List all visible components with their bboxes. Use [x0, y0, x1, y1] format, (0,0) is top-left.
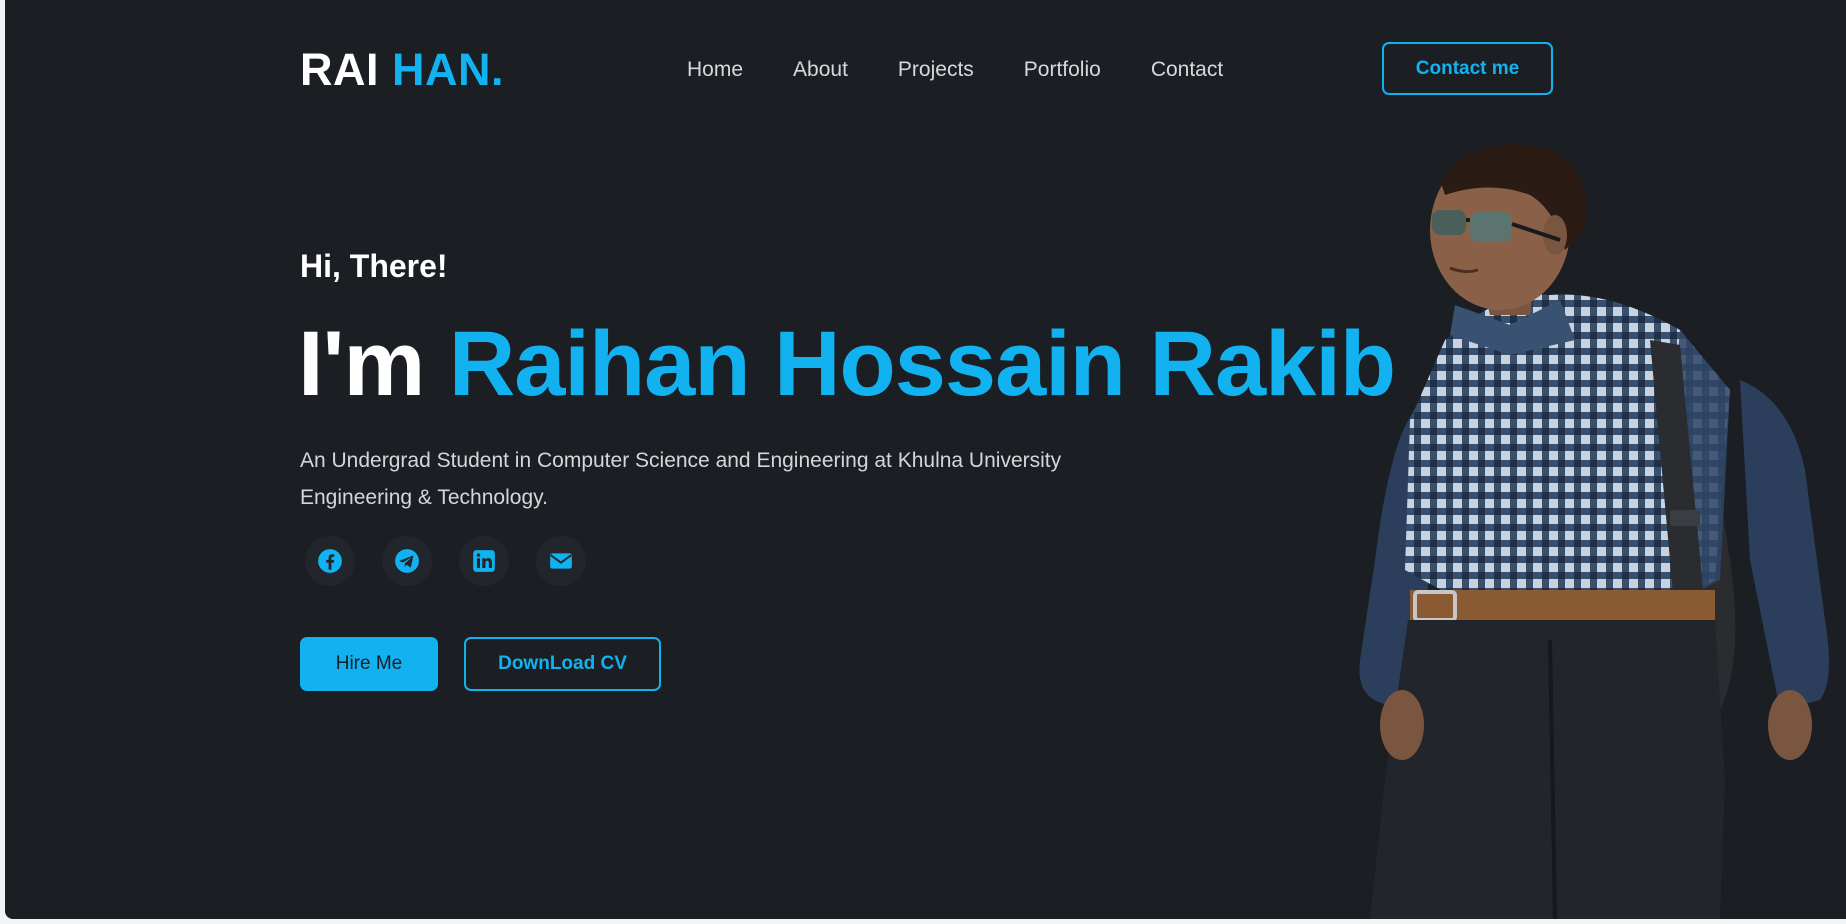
- telegram-link[interactable]: [382, 536, 432, 586]
- facebook-icon: [318, 549, 342, 573]
- contact-me-button[interactable]: Contact me: [1382, 42, 1553, 95]
- nav-item-portfolio[interactable]: Portfolio: [1024, 56, 1101, 84]
- nav-item-about[interactable]: About: [793, 56, 848, 84]
- email-icon: [550, 553, 572, 569]
- telegram-icon: [395, 549, 419, 573]
- linkedin-link[interactable]: [459, 536, 509, 586]
- facebook-link[interactable]: [305, 536, 355, 586]
- download-cv-button[interactable]: DownLoad CV: [464, 637, 661, 691]
- nav-item-home[interactable]: Home: [687, 56, 743, 84]
- logo-main-text: RAI: [300, 44, 379, 95]
- logo-accent-text: HAN.: [392, 44, 505, 95]
- email-link[interactable]: [536, 536, 586, 586]
- hire-me-button[interactable]: Hire Me: [300, 637, 438, 691]
- social-links: [305, 536, 586, 586]
- hero-description: An Undergrad Student in Computer Science…: [300, 449, 1062, 509]
- hero-name: Raihan Hossain Rakib: [448, 313, 1396, 415]
- nav-item-contact[interactable]: Contact: [1151, 56, 1223, 84]
- page-root: RAI HAN. Home About Projects Portfolio C…: [5, 0, 1846, 919]
- profile-photo: [1359, 144, 1829, 919]
- hero-intro: I'm: [298, 313, 425, 415]
- hero-headline: I'm Raihan Hossain Rakib: [298, 312, 1396, 416]
- nav-item-projects[interactable]: Projects: [898, 56, 974, 84]
- hero-greeting: Hi, There!: [300, 248, 448, 284]
- main-nav: Home About Projects Portfolio Contact: [687, 56, 1273, 84]
- linkedin-icon: [473, 550, 495, 572]
- site-logo[interactable]: RAI HAN.: [300, 44, 504, 96]
